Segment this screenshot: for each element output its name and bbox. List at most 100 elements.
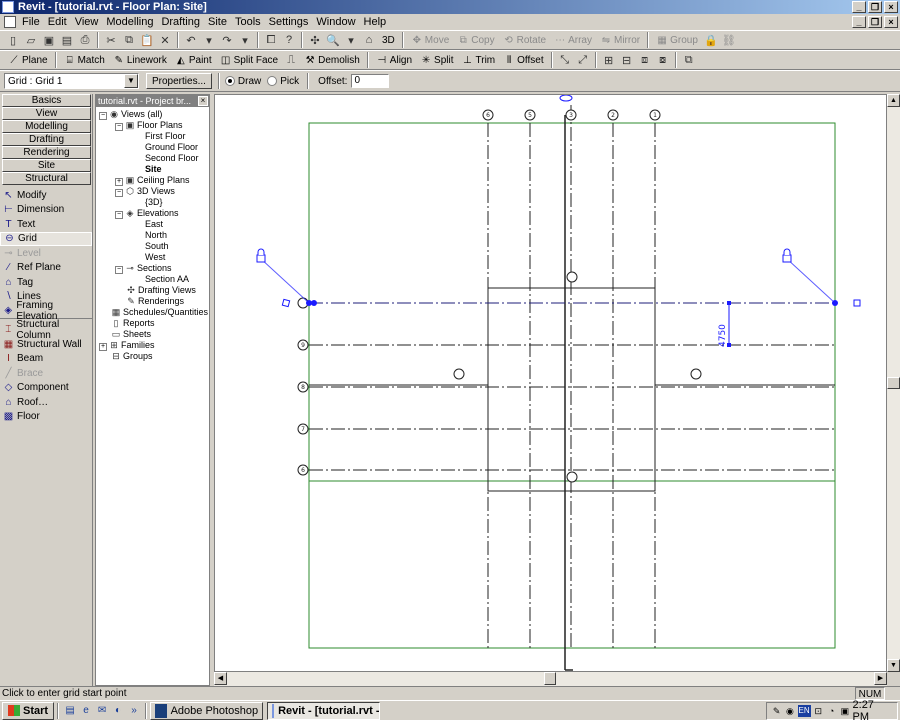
tree-ceiling-plans[interactable]: + ▣ Ceiling Plans — [115, 175, 190, 186]
pick-option[interactable]: Pick — [267, 76, 299, 87]
linework-button[interactable]: ✎ Linework — [109, 51, 171, 69]
collapse-icon[interactable]: − — [115, 211, 123, 219]
tree-3d-views[interactable]: − ⬡ 3D Views — [115, 186, 175, 197]
drag-handle[interactable] — [281, 298, 291, 308]
task-photoshop[interactable]: Adobe Photoshop — [150, 701, 264, 720]
section-head-icon[interactable] — [566, 271, 578, 283]
vertical-scrollbar[interactable]: ▲ ▼ — [887, 94, 900, 672]
tree-site[interactable]: Site — [145, 164, 162, 175]
join-icon[interactable]: ⧈ — [637, 52, 653, 68]
demolish-button[interactable]: ⚒ Demolish — [300, 51, 364, 69]
properties-button[interactable]: Properties... — [146, 73, 212, 89]
tray-globe-icon[interactable]: ◉ — [784, 705, 795, 717]
rotate-button[interactable]: ⟲ Rotate — [499, 31, 550, 49]
collapse-icon[interactable]: − — [99, 112, 107, 120]
tab-view[interactable]: View — [2, 107, 91, 120]
tool-text[interactable]: T Text — [0, 217, 92, 232]
media-icon[interactable]: ◐ — [111, 704, 125, 718]
cut-geometry-icon[interactable]: ⎍ — [283, 52, 299, 68]
tray-network-icon[interactable]: ⊡ — [813, 705, 824, 717]
3d-view-button[interactable]: 3D — [378, 31, 399, 49]
edit-icon[interactable]: ⧉ — [681, 52, 697, 68]
save-icon[interactable]: ▣ — [41, 32, 57, 48]
tree-sections[interactable]: − ⊸ Sections — [115, 263, 172, 274]
outlook-icon[interactable]: ✉ — [95, 704, 109, 718]
horizontal-scroll-thumb[interactable] — [544, 672, 556, 685]
split-button[interactable]: ✳ Split — [416, 51, 457, 69]
help-pointer-icon[interactable]: ? — [281, 32, 297, 48]
menu-edit[interactable]: Edit — [44, 16, 71, 28]
tab-structural[interactable]: Structural — [2, 172, 91, 185]
elevation-east-icon[interactable] — [690, 368, 702, 380]
open-icon[interactable]: ▱ — [23, 32, 39, 48]
maximize-button[interactable]: ❐ — [868, 1, 882, 13]
elevation-marker-icon[interactable] — [559, 95, 573, 102]
menu-settings[interactable]: Settings — [265, 16, 313, 28]
tree-elevations[interactable]: − ◈ Elevations — [115, 208, 179, 219]
lock-icon[interactable] — [256, 248, 266, 263]
draw-option[interactable]: Draw — [224, 76, 261, 87]
copy-button[interactable]: ⧉ Copy — [453, 31, 498, 49]
redo-list-icon[interactable]: ▾ — [237, 32, 253, 48]
horizontal-scrollbar[interactable]: ◀ ▶ — [214, 672, 887, 686]
tool-floor[interactable]: ▩ Floor — [0, 410, 92, 425]
tree-3d-view[interactable]: {3D} — [145, 197, 163, 208]
tool-dimension[interactable]: ⊢ Dimension — [0, 203, 92, 218]
collapse-icon[interactable]: − — [115, 123, 123, 131]
tool-modify[interactable]: ↖ Modify — [0, 188, 92, 203]
tray-pen-icon[interactable]: ✎ — [771, 705, 782, 717]
menu-site[interactable]: Site — [204, 16, 231, 28]
scroll-right-icon[interactable]: ▶ — [874, 672, 887, 685]
grid-end-handle[interactable] — [311, 300, 317, 306]
tab-modelling[interactable]: Modelling — [2, 120, 91, 133]
unpin-icon[interactable]: ⤢ — [575, 52, 591, 68]
dimension-value[interactable]: 4750 — [718, 324, 728, 347]
menu-window[interactable]: Window — [312, 16, 359, 28]
dimension-4750[interactable]: 4750 — [718, 301, 731, 347]
menu-view[interactable]: View — [71, 16, 103, 28]
zoom-icon[interactable]: 🔍 — [325, 32, 341, 48]
tile-icon[interactable]: ⊟ — [619, 52, 635, 68]
menu-file[interactable]: File — [18, 16, 44, 28]
paint-button[interactable]: ◭ Paint — [171, 51, 216, 69]
quicklaunch-more-icon[interactable]: » — [127, 704, 141, 718]
tree-views[interactable]: − ◉ Views (all) — [99, 109, 162, 120]
tab-drafting[interactable]: Drafting — [2, 133, 91, 146]
desktop-icon[interactable]: ▤ — [63, 704, 77, 718]
minimize-button[interactable]: _ — [852, 1, 866, 13]
tree-north[interactable]: North — [145, 230, 167, 241]
tool-component[interactable]: ◇ Component — [0, 381, 92, 396]
tray-volume-icon[interactable]: ◔ — [826, 705, 837, 717]
tree-second-floor[interactable]: Second Floor — [145, 153, 199, 164]
match-button[interactable]: ⌸ Match — [60, 51, 109, 69]
menu-modelling[interactable]: Modelling — [102, 16, 157, 28]
new-icon[interactable]: ▯ — [5, 32, 21, 48]
start-button[interactable]: Start — [2, 701, 55, 720]
menu-drafting[interactable]: Drafting — [157, 16, 204, 28]
tool-structural-column[interactable]: ⌶ Structural Column — [0, 319, 92, 341]
tool-beam[interactable]: I Beam — [0, 352, 92, 367]
trim-button[interactable]: ⊥ Trim — [458, 51, 500, 69]
tree-renderings[interactable]: ✎ Renderings — [126, 296, 184, 307]
close-button[interactable]: × — [884, 1, 898, 13]
tab-site[interactable]: Site — [2, 159, 91, 172]
doc-minimize-button[interactable]: _ — [852, 16, 866, 28]
tree-families[interactable]: + ⊞ Families — [99, 340, 155, 351]
tree-floor-plans[interactable]: − ▣ Floor Plans — [115, 120, 183, 131]
tool-grid[interactable]: ⊖ Grid — [0, 231, 92, 246]
tab-rendering[interactable]: Rendering — [2, 146, 91, 159]
drag-handle[interactable] — [853, 299, 861, 307]
scroll-left-icon[interactable]: ◀ — [214, 672, 227, 685]
menu-tools[interactable]: Tools — [231, 16, 265, 28]
tree-groups[interactable]: ⊟ Groups — [111, 351, 152, 362]
tool-ref-plane[interactable]: ∕ Ref Plane — [0, 261, 92, 276]
paste-icon[interactable]: 📋 — [139, 32, 155, 48]
document-icon[interactable] — [4, 16, 16, 28]
drawing-canvas[interactable]: 6 5 3 2 1 9 8 7 6 4750 — [214, 94, 887, 672]
tree-west[interactable]: West — [145, 252, 165, 263]
tray-display-icon[interactable]: ▣ — [839, 705, 850, 717]
tool-framing-elevation[interactable]: ◈ Framing Elevation — [0, 300, 92, 322]
menu-help[interactable]: Help — [360, 16, 391, 28]
scroll-up-icon[interactable]: ▲ — [887, 94, 900, 107]
save-all-icon[interactable]: ▤ — [59, 32, 75, 48]
